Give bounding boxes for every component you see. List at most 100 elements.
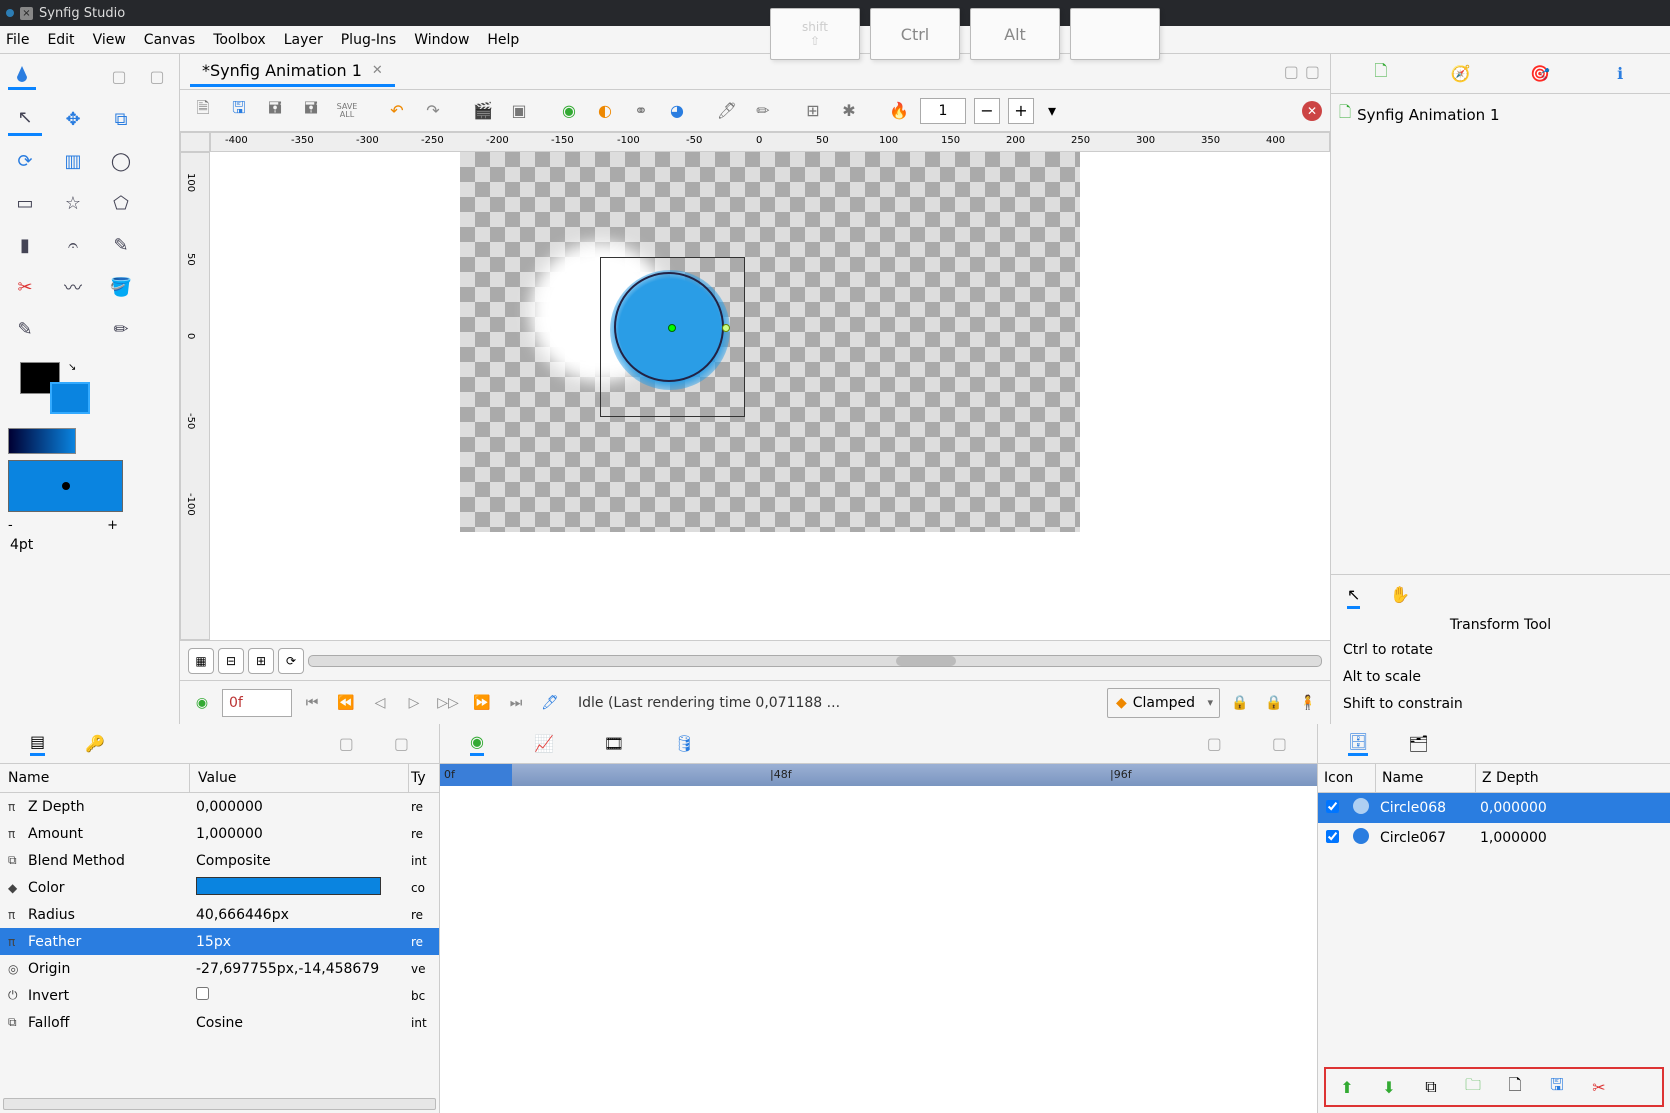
open-file-icon[interactable]: 🖫 xyxy=(224,96,254,126)
params-dock-icon[interactable]: ▢ xyxy=(339,734,354,753)
layer-raise-icon[interactable]: ⬆ xyxy=(1336,1076,1358,1098)
menu-layer[interactable]: Layer xyxy=(284,32,323,48)
layer-visible-checkbox[interactable] xyxy=(1326,830,1339,843)
metadata-tab-icon[interactable]: 🛢 xyxy=(674,734,694,753)
save-all-icon[interactable]: SAVE ALL xyxy=(332,96,362,126)
history-tab-icon[interactable]: ✋ xyxy=(1390,585,1410,609)
rectangle-tool-icon[interactable]: ▭ xyxy=(8,186,42,220)
info-tab-icon[interactable]: ℹ xyxy=(1608,62,1632,86)
save-file-icon[interactable]: 🖬 xyxy=(260,96,290,126)
lock-future-icon[interactable]: 🔒 xyxy=(1260,689,1288,717)
polygon-tool-icon[interactable]: ⬠ xyxy=(104,186,138,220)
param-row-radius[interactable]: πRadius40,666446pxre xyxy=(0,901,439,928)
new-file-icon[interactable]: 🗎 xyxy=(188,96,218,126)
params-hscroll[interactable] xyxy=(3,1098,436,1110)
cutout-tool-icon[interactable]: ✂ xyxy=(8,270,42,304)
render-icon[interactable]: 🎬 xyxy=(468,96,498,126)
layers-tab-icon[interactable]: 🗄 xyxy=(1348,732,1368,756)
save-as-icon[interactable]: 🖬 xyxy=(296,96,326,126)
window-close-icon[interactable]: × xyxy=(20,7,33,20)
timeline-dock2-icon[interactable]: ▢ xyxy=(1272,734,1287,753)
radius-handle-icon[interactable] xyxy=(722,324,730,332)
layers-col-z[interactable]: Z Depth xyxy=(1476,764,1670,792)
timetrack-tab-icon[interactable]: ◉ xyxy=(470,732,484,756)
text-tool-icon[interactable] xyxy=(56,312,90,346)
quality-icon[interactable]: ⊞ xyxy=(248,648,274,674)
library-tab-icon[interactable]: 🔑 xyxy=(85,734,105,753)
layer-duplicate-icon[interactable]: ⧉ xyxy=(1420,1076,1442,1098)
dock-handle2-icon[interactable]: ▢ xyxy=(1305,62,1320,81)
param-row-z-depth[interactable]: πZ Depth0,000000re xyxy=(0,793,439,820)
star-tool-icon[interactable]: ☆ xyxy=(56,186,90,220)
layers-col-icon[interactable]: Icon xyxy=(1318,764,1376,792)
zoom-input[interactable] xyxy=(920,98,966,124)
navigator-tab-icon[interactable]: 🧭 xyxy=(1449,62,1473,86)
sets-tab-icon[interactable]: 🗂 xyxy=(1408,734,1428,753)
refresh-icon[interactable]: ⟳ xyxy=(278,648,304,674)
param-row-origin[interactable]: ◎Origin-27,697755px,-14,458679ve xyxy=(0,955,439,982)
sketch-tool-icon[interactable]: ✏ xyxy=(104,312,138,346)
brush-plus-button[interactable]: + xyxy=(107,518,118,533)
layer-group-icon[interactable]: 🗀 xyxy=(1462,1076,1484,1098)
keyframe-indicator-icon[interactable]: ◉ xyxy=(188,689,216,717)
layer-row-circle068[interactable]: Circle0680,000000 xyxy=(1318,793,1670,823)
layer-row-circle067[interactable]: Circle0671,000000 xyxy=(1318,823,1670,853)
layers-col-name[interactable]: Name xyxy=(1376,764,1476,792)
onion-settings-icon[interactable]: ⚭ xyxy=(626,96,656,126)
seek-next-frame-icon[interactable]: ▷▷ xyxy=(434,689,462,717)
menu-plugins[interactable]: Plug-Ins xyxy=(341,32,396,48)
brush-size-label[interactable]: 4pt xyxy=(8,533,171,557)
origin-handle-icon[interactable] xyxy=(668,324,676,332)
guides-icon[interactable]: ⊟ xyxy=(218,648,244,674)
params-col-value[interactable]: Value xyxy=(190,764,409,792)
document-tab[interactable]: *Synfig Animation 1 ✕ xyxy=(190,57,395,87)
invert-checkbox[interactable] xyxy=(196,987,209,1000)
seek-end-icon[interactable]: ⏭ xyxy=(502,689,530,717)
snap-icon[interactable]: ✱ xyxy=(834,96,864,126)
onion-toggle-icon[interactable]: ◐ xyxy=(590,96,620,126)
param-row-amount[interactable]: πAmount1,000000re xyxy=(0,820,439,847)
params-col-name[interactable]: Name xyxy=(0,764,190,792)
undo-icon[interactable]: ↶ xyxy=(382,96,412,126)
timetrack-ruler[interactable]: 0f |48f |96f xyxy=(440,764,1317,786)
canvas-browser-tab-icon[interactable]: 🗋 xyxy=(1369,62,1393,86)
menu-canvas[interactable]: Canvas xyxy=(144,32,195,48)
keyframes-tab-icon[interactable]: 🎞 xyxy=(604,734,624,753)
redo-icon[interactable]: ↷ xyxy=(418,96,448,126)
current-frame-input[interactable] xyxy=(222,689,292,717)
spline-tool-icon[interactable]: 𝄐 xyxy=(56,228,90,262)
timetrack-body[interactable] xyxy=(440,786,1317,1113)
toolbox-tab-icon[interactable] xyxy=(8,62,36,90)
onion-prev-icon[interactable]: ◉ xyxy=(554,96,584,126)
curves-tab-icon[interactable]: 📈 xyxy=(534,734,554,753)
menu-file[interactable]: File xyxy=(6,32,29,48)
swap-colors-icon[interactable]: ↘ xyxy=(68,362,76,373)
interpolation-combo[interactable]: ◆Clamped xyxy=(1107,688,1220,718)
param-row-color[interactable]: ◆Colorco xyxy=(0,874,439,901)
close-tab-icon[interactable]: ✕ xyxy=(372,63,383,78)
menu-edit[interactable]: Edit xyxy=(47,32,74,48)
default-gradient[interactable] xyxy=(8,428,76,454)
fill-color-swatch[interactable] xyxy=(50,382,90,414)
seek-prev-frame-icon[interactable]: ◁ xyxy=(366,689,394,717)
brush-minus-button[interactable]: - xyxy=(8,518,13,533)
toolbox-undock2-icon[interactable]: ▢ xyxy=(143,62,171,90)
params-dock2-icon[interactable]: ▢ xyxy=(394,734,409,753)
menu-toolbox[interactable]: Toolbox xyxy=(213,32,266,48)
onion-skin-icon[interactable]: 🔥 xyxy=(884,96,914,126)
seek-start-icon[interactable]: ⏮ xyxy=(298,689,326,717)
zoom-out-button[interactable]: − xyxy=(974,98,1000,124)
layer-visible-checkbox[interactable] xyxy=(1326,800,1339,813)
params-col-type[interactable]: Ty xyxy=(409,764,439,792)
canvas-viewport[interactable] xyxy=(210,152,1330,640)
gradient-tool-icon[interactable]: ▮ xyxy=(8,228,42,262)
seek-prev-kf-icon[interactable]: ⏪ xyxy=(332,689,360,717)
rotate-tool-icon[interactable]: ⟳ xyxy=(8,144,42,178)
grid-icon[interactable]: ⊞ xyxy=(798,96,828,126)
smooth-move-tool-icon[interactable]: ✥ xyxy=(56,102,90,136)
param-row-feather[interactable]: πFeather15pxre xyxy=(0,928,439,955)
scale-tool-icon[interactable]: ⧉ xyxy=(104,102,138,136)
onion-next-icon[interactable]: ◕ xyxy=(662,96,692,126)
param-row-blend-method[interactable]: ⧉Blend MethodCompositeint xyxy=(0,847,439,874)
param-row-falloff[interactable]: ⧉FalloffCosineint xyxy=(0,1009,439,1036)
